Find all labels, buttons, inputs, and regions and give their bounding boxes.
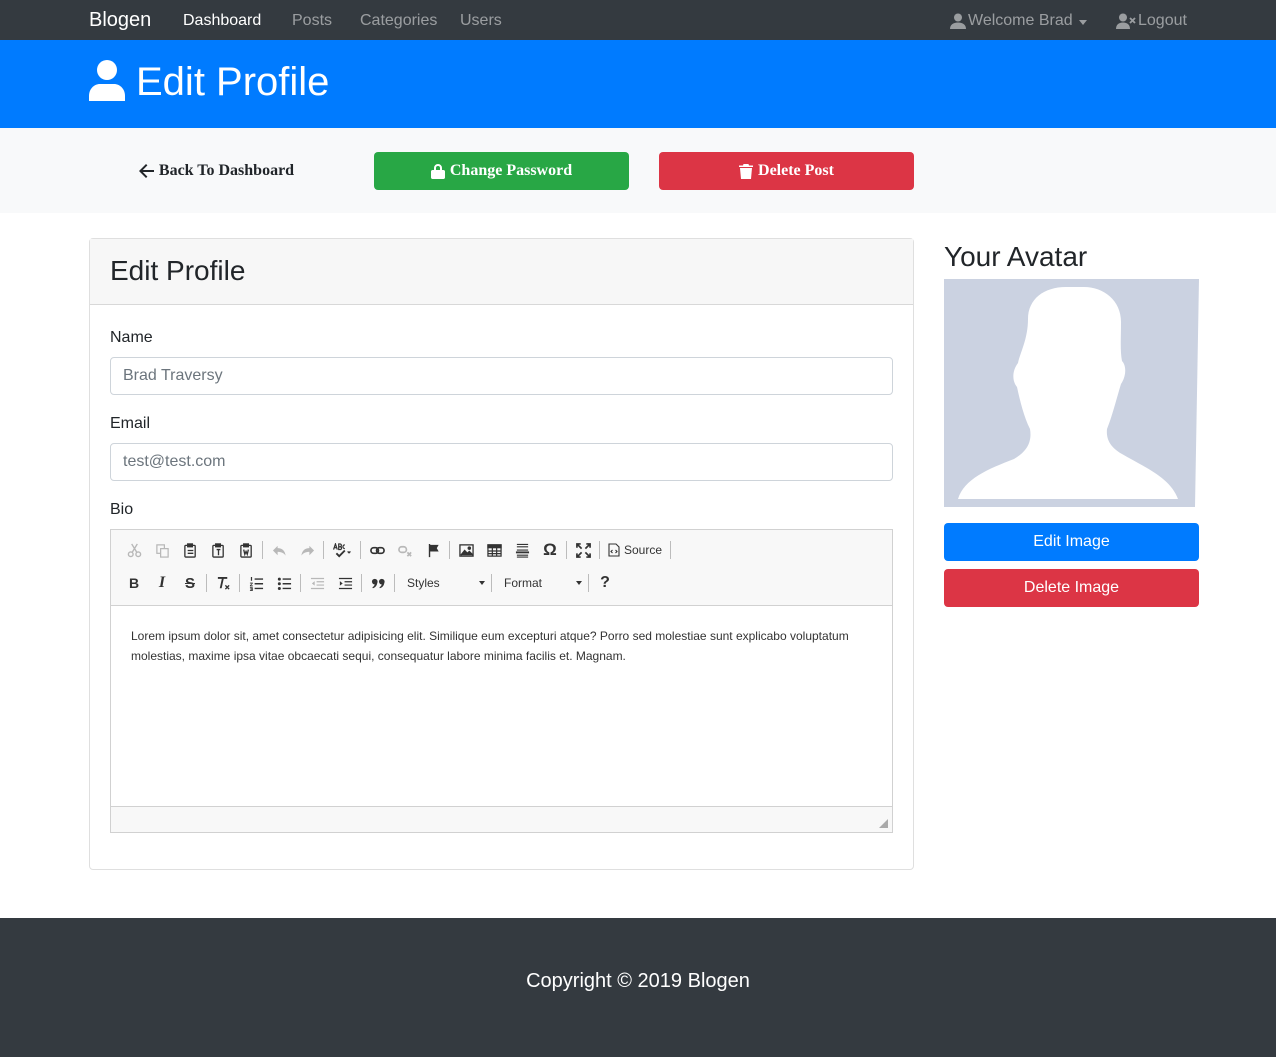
welcome-label: Welcome Brad <box>968 12 1073 29</box>
spellcheck-icon[interactable] <box>326 537 358 563</box>
styles-dropdown[interactable]: Styles <box>397 570 489 596</box>
help-button[interactable]: ? <box>591 570 619 596</box>
table-icon[interactable] <box>480 537 508 563</box>
avatar-title: Your Avatar <box>944 241 1088 272</box>
user-times-icon <box>1116 13 1136 29</box>
card-header: Edit Profile <box>90 239 913 305</box>
welcome-dropdown[interactable]: Welcome Brad <box>950 12 1087 30</box>
anchor-flag-icon[interactable] <box>419 537 447 563</box>
page-footer: Copyright © 2019 Blogen <box>0 918 1276 1057</box>
toolbar-separator <box>670 541 672 559</box>
caret-down-icon <box>1078 19 1087 25</box>
toolbar-separator <box>566 541 567 559</box>
bio-text: Lorem ipsum dolor sit, amet consectetur … <box>131 629 849 663</box>
format-dropdown[interactable]: Format <box>494 570 586 596</box>
toolbar-separator <box>588 574 589 592</box>
redo-icon[interactable] <box>293 537 321 563</box>
user-icon <box>89 60 125 101</box>
nav-link-categories[interactable]: Categories <box>360 12 437 30</box>
change-password-label: Change Password <box>449 162 573 179</box>
delete-post-label: Delete Post <box>758 162 834 179</box>
edit-image-button[interactable]: Edit Image <box>944 523 1199 561</box>
name-input[interactable] <box>110 357 893 395</box>
arrow-left-icon <box>138 164 154 178</box>
page-header: Edit Profile <box>0 40 1276 128</box>
toolbar-separator <box>239 574 240 592</box>
email-label: Email <box>110 415 151 432</box>
copy-icon[interactable] <box>148 537 176 563</box>
paste-icon[interactable] <box>176 537 204 563</box>
editor-status-bar <box>111 806 892 832</box>
styles-label: Styles <box>407 576 440 590</box>
cut-icon[interactable] <box>120 537 148 563</box>
lock-icon <box>430 163 445 179</box>
blockquote-icon[interactable] <box>364 570 392 596</box>
card-title: Edit Profile <box>110 255 246 286</box>
toolbar-row-1: Ω Source <box>120 537 673 563</box>
bio-label: Bio <box>110 501 134 518</box>
undo-icon[interactable] <box>265 537 293 563</box>
horizontal-line-icon[interactable] <box>508 537 536 563</box>
delete-image-button[interactable]: Delete Image <box>944 569 1199 607</box>
avatar-placeholder-image <box>944 279 1199 507</box>
delete-post-button[interactable]: Delete Post <box>659 152 914 190</box>
email-input[interactable] <box>110 443 893 481</box>
actions-bar: Back To Dashboard Change Password Delete… <box>0 128 1276 213</box>
toolbar-separator <box>449 541 450 559</box>
back-label: Back To Dashboard <box>158 162 295 179</box>
toolbar-separator <box>323 541 324 559</box>
paste-text-icon[interactable] <box>204 537 232 563</box>
logout-link[interactable]: Logout <box>1116 12 1187 30</box>
toolbar-separator <box>599 541 600 559</box>
name-label: Name <box>110 329 153 346</box>
strikethrough-button[interactable]: S <box>176 570 204 596</box>
toolbar-separator <box>360 541 361 559</box>
decrease-indent-icon[interactable] <box>303 570 331 596</box>
bulleted-list-icon[interactable] <box>270 570 298 596</box>
nav-link-posts[interactable]: Posts <box>292 12 332 30</box>
link-icon[interactable] <box>363 537 391 563</box>
toolbar-row-2: B I S Styles Format ? <box>120 570 619 596</box>
logout-label: Logout <box>1138 12 1187 29</box>
caret-down-icon <box>576 581 582 585</box>
increase-indent-icon[interactable] <box>331 570 359 596</box>
toolbar-separator <box>206 574 207 592</box>
source-icon <box>608 543 620 557</box>
bold-button[interactable]: B <box>120 570 148 596</box>
toolbar-separator <box>394 574 395 592</box>
paste-from-word-icon[interactable] <box>232 537 260 563</box>
nav-link-users[interactable]: Users <box>460 12 502 30</box>
unlink-icon[interactable] <box>391 537 419 563</box>
editor-toolbar: Ω Source B I S Styles Format ? <box>111 530 892 606</box>
remove-format-icon[interactable] <box>209 570 237 596</box>
editor-content-area[interactable]: Lorem ipsum dolor sit, amet consectetur … <box>111 606 892 806</box>
top-navbar: Blogen Dashboard Posts Categories Users … <box>0 0 1276 40</box>
nav-link-dashboard[interactable]: Dashboard <box>183 12 261 30</box>
copyright-text: Copyright © 2019 Blogen <box>526 970 750 992</box>
back-to-dashboard-button[interactable]: Back To Dashboard <box>89 152 344 190</box>
toolbar-separator <box>300 574 301 592</box>
maximize-icon[interactable] <box>569 537 597 563</box>
special-char-icon[interactable]: Ω <box>536 537 564 563</box>
toolbar-separator <box>262 541 263 559</box>
source-button[interactable]: Source <box>602 537 668 563</box>
source-label: Source <box>624 543 663 557</box>
image-icon[interactable] <box>452 537 480 563</box>
trash-icon <box>739 163 754 179</box>
italic-button[interactable]: I <box>148 570 176 596</box>
bio-rich-text-editor: Ω Source B I S Styles Format ? Lorem ips… <box>110 529 893 833</box>
numbered-list-icon[interactable] <box>242 570 270 596</box>
change-password-button[interactable]: Change Password <box>374 152 629 190</box>
navbar-brand[interactable]: Blogen <box>89 9 151 32</box>
user-icon <box>950 13 966 29</box>
toolbar-separator <box>491 574 492 592</box>
toolbar-separator <box>361 574 362 592</box>
page-title: Edit Profile <box>136 60 330 104</box>
caret-down-icon <box>479 581 485 585</box>
format-label: Format <box>504 576 543 590</box>
edit-profile-card: Edit Profile Name Email Bio <box>89 238 914 870</box>
resize-handle-icon[interactable] <box>879 819 888 828</box>
